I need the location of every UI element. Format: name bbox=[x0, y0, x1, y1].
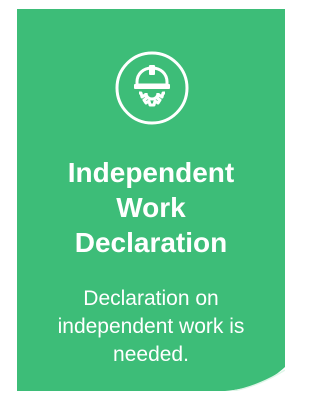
card-description-line-1: Declaration on bbox=[83, 287, 219, 310]
card-title-line-3: Declaration bbox=[74, 227, 228, 258]
card-description-line-3: needed. bbox=[113, 343, 189, 366]
hardhat-gear-icon bbox=[113, 49, 191, 127]
card-description-line-2: independent work is bbox=[57, 315, 245, 338]
declaration-card[interactable]: Independent Work Declaration Declaration… bbox=[17, 9, 285, 391]
card-title-line-2: Work bbox=[116, 192, 186, 223]
card-description: Declaration on independent work is neede… bbox=[17, 285, 285, 369]
card-title-line-1: Independent bbox=[67, 157, 235, 188]
card-title: Independent Work Declaration bbox=[17, 155, 285, 260]
page-curl-decoration bbox=[225, 367, 285, 391]
